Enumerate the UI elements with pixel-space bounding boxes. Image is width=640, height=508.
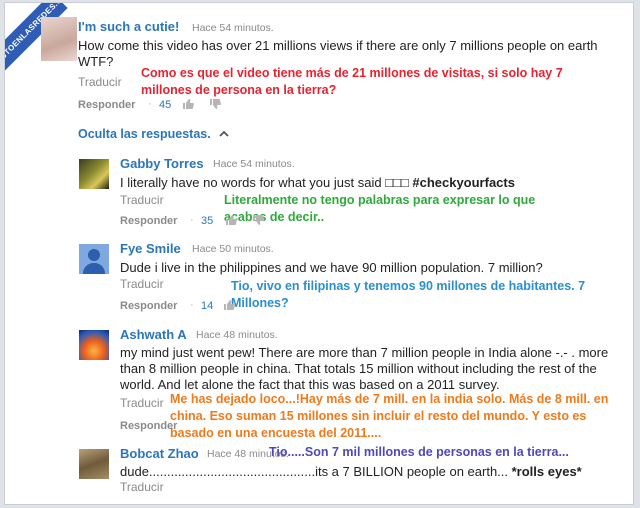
reply-author[interactable]: Ashwath A (120, 327, 187, 342)
reply-button[interactable]: Responder (78, 99, 135, 111)
reply-author[interactable]: Bobcat Zhao (120, 446, 199, 461)
reply-text: my mind just went pew! There are more th… (120, 345, 609, 392)
like-count: 14 (201, 300, 214, 312)
thumbs-up-icon[interactable] (182, 98, 194, 110)
avatar[interactable] (79, 244, 109, 274)
translate-link[interactable]: Traducir (120, 193, 164, 207)
translation-caption: Tio.....Son 7 mil millones de personas e… (269, 445, 569, 459)
hide-replies-label: Oculta las respuestas. (78, 127, 211, 141)
emphasis-text: *rolls eyes* (511, 464, 582, 479)
reply-text: dude....................................… (120, 464, 630, 480)
translate-link[interactable]: Traducir (120, 396, 164, 410)
reply-author[interactable]: Fye Smile (120, 241, 181, 256)
translation-caption: Como es que el video tiene más de 21 mil… (141, 66, 563, 97)
translate-link[interactable]: Traducir (120, 480, 164, 494)
default-user-icon (83, 249, 105, 274)
thumbs-up-icon[interactable] (223, 299, 235, 311)
reply-timestamp[interactable]: Hace 48 minutos. (196, 329, 278, 341)
reply-text: I literally have no words for what you j… (120, 175, 515, 191)
chevron-up-icon (219, 130, 229, 137)
reply-button[interactable]: Responder (120, 300, 177, 312)
reply-text-main: I literally have no words for what you j… (120, 175, 413, 190)
translate-link[interactable]: Traducir (120, 277, 164, 291)
reply-timestamp[interactable]: Hace 50 minutos. (192, 243, 274, 255)
thumbs-down-icon[interactable] (209, 98, 221, 110)
reply-button[interactable]: Responder (120, 420, 177, 432)
thumbs-up-icon[interactable] (225, 214, 237, 226)
avatar[interactable] (79, 449, 109, 479)
comments-panel: VISTOENLASREDES.COM I'm such a cutie! Ha… (4, 2, 634, 505)
reply-author[interactable]: Gabby Torres (120, 156, 204, 171)
translation-caption: Literalmente no tengo palabras para expr… (224, 193, 536, 224)
separator-dot: · (190, 299, 194, 311)
reply-button[interactable]: Responder (120, 215, 177, 227)
reply-text: Dude i live in the philippines and we ha… (120, 260, 543, 275)
translation-caption: Tio, vivo en filipinas y tenemos 90 mill… (231, 279, 586, 310)
hashtag[interactable]: #checkyourfacts (412, 175, 515, 190)
translation-caption: Me has dejado loco...!Hay más de 7 mill.… (170, 392, 609, 440)
separator-dot: · (190, 214, 194, 226)
thumbs-down-icon[interactable] (252, 214, 264, 226)
separator-dot: · (148, 98, 152, 110)
like-count: 35 (201, 215, 214, 227)
translate-link[interactable]: Traducir (78, 75, 122, 89)
comment-author[interactable]: I'm such a cutie! (78, 19, 179, 34)
avatar[interactable] (79, 159, 109, 189)
reply-text-main: dude....................................… (120, 464, 512, 479)
avatar[interactable] (79, 330, 109, 360)
hide-replies-link[interactable]: Oculta las respuestas. (78, 127, 229, 141)
comment-timestamp[interactable]: Hace 54 minutos. (192, 22, 274, 34)
reply-timestamp[interactable]: Hace 54 minutos. (213, 158, 295, 170)
avatar[interactable] (41, 17, 77, 61)
like-count: 45 (159, 99, 172, 111)
